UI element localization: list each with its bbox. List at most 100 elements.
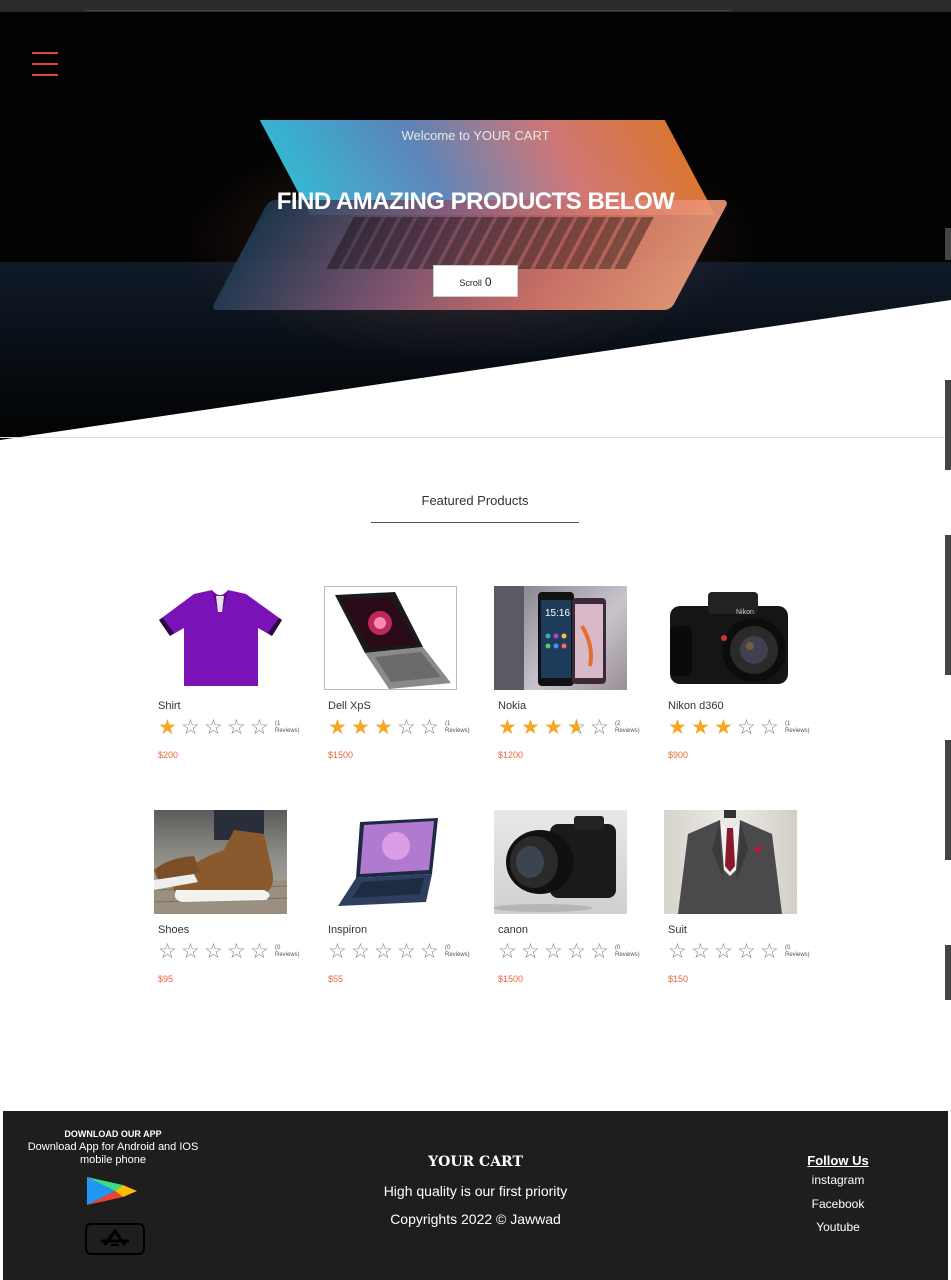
svg-text:15:16: 15:16 — [545, 608, 570, 619]
star-empty-icon: ☆ — [760, 940, 779, 963]
hero-diagonal-cut — [0, 300, 951, 442]
product-image-shirt[interactable] — [154, 586, 287, 690]
star-filled-icon: ★ — [158, 716, 177, 739]
star-empty-icon: ☆ — [420, 716, 439, 739]
product-name[interactable]: Suit — [668, 924, 824, 936]
star-rating: ☆ ☆ ☆ ☆ ☆ (0 Reviews) — [668, 940, 824, 963]
star-rating: ★ ★ ★ ☆ ☆ (1 Reviews) — [668, 716, 824, 739]
star-empty-icon: ☆ — [521, 940, 540, 963]
product-card[interactable]: canon ☆ ☆ ☆ ☆ ☆ (0 Reviews) $1500 — [494, 810, 654, 984]
star-empty-icon: ☆ — [374, 940, 393, 963]
review-count: (0 Reviews) — [445, 945, 470, 958]
product-image-dell-xps[interactable] — [324, 586, 457, 690]
product-name[interactable]: Inspiron — [328, 924, 484, 936]
product-image-inspiron[interactable] — [324, 810, 457, 914]
product-card[interactable]: Shoes ☆ ☆ ☆ ☆ ☆ (0 Reviews) $95 — [154, 810, 314, 984]
product-price: $95 — [158, 974, 174, 984]
product-price: $1200 — [498, 750, 524, 760]
star-empty-icon: ☆ — [328, 940, 347, 963]
star-empty-icon: ☆ — [691, 940, 710, 963]
star-filled-icon: ★ — [374, 716, 393, 739]
product-name[interactable]: canon — [498, 924, 654, 936]
hamburger-menu-icon[interactable] — [32, 52, 58, 76]
star-empty-icon: ☆ — [227, 716, 246, 739]
product-card[interactable]: Dell XpS ★ ★ ★ ☆ ☆ (1 Reviews) $1500 — [324, 586, 484, 760]
star-filled-icon: ★ — [521, 716, 540, 739]
product-image-suit[interactable] — [664, 810, 797, 914]
scrollbar-segment[interactable] — [945, 945, 951, 1000]
follow-us-heading: Follow Us — [807, 1153, 869, 1168]
welcome-text: Welcome to YOUR CART — [401, 128, 550, 143]
social-link-youtube[interactable]: Youtube — [793, 1220, 883, 1234]
star-empty-icon: ☆ — [181, 716, 200, 739]
star-empty-icon: ☆ — [250, 940, 269, 963]
star-filled-icon: ★ — [498, 716, 517, 739]
product-name[interactable]: Nokia — [498, 700, 654, 712]
featured-products-heading: Featured Products — [371, 493, 579, 523]
scrollbar-segment[interactable] — [945, 228, 951, 260]
star-empty-icon: ☆ — [351, 940, 370, 963]
download-app-title: DOWNLOAD OUR APP — [64, 1129, 162, 1139]
star-empty-icon: ☆ — [250, 716, 269, 739]
star-empty-icon: ☆ — [498, 940, 517, 963]
product-card[interactable]: Shirt ★ ☆ ☆ ☆ ☆ (1 Reviews) $200 — [154, 586, 314, 760]
product-price: $200 — [158, 750, 179, 760]
section-divider — [0, 437, 951, 438]
star-filled-icon: ★ — [668, 716, 687, 739]
product-card[interactable]: 15:16 Nokia ★★★☆☆(2Reviews) $1200 — [494, 586, 654, 760]
product-card[interactable]: Suit ☆ ☆ ☆ ☆ ☆ (0 Reviews) $150 — [664, 810, 824, 984]
review-count: (2 Reviews) — [615, 721, 640, 734]
social-link-facebook[interactable]: Facebook — [793, 1197, 883, 1211]
star-filled-icon: ★ — [691, 716, 710, 739]
star-empty-icon: ☆ — [420, 940, 439, 963]
product-name[interactable]: Nikon d360 — [668, 700, 824, 712]
star-empty-icon: ☆ — [668, 940, 687, 963]
star-empty-icon: ☆ — [181, 940, 200, 963]
product-name[interactable]: Dell XpS — [328, 700, 484, 712]
review-count: (0 Reviews) — [615, 945, 640, 958]
star-filled-icon: ★ — [714, 716, 733, 739]
review-count: (0 Reviews) — [275, 945, 300, 958]
star-rating: ★ ★ ★ ☆ ☆ (1 Reviews) — [328, 716, 484, 739]
review-count: (1 Reviews) — [275, 721, 300, 734]
social-link-instagram[interactable]: instagram — [793, 1173, 883, 1187]
star-empty-icon: ☆ — [204, 940, 223, 963]
scrollbar-segment[interactable] — [945, 740, 951, 860]
product-image-canon[interactable] — [494, 810, 627, 914]
mouse-icon: 0 — [484, 275, 492, 289]
product-price: $1500 — [328, 750, 354, 760]
star-empty-icon: ☆ — [590, 716, 609, 739]
star-empty-icon: ☆ — [158, 940, 177, 963]
hero-banner: Welcome to YOUR CART FIND AMAZING PRODUC… — [0, 12, 951, 442]
star-rating: ★ ☆ ☆ ☆ ☆ (1 Reviews) — [158, 716, 314, 739]
app-store-icon[interactable] — [85, 1223, 145, 1255]
product-name[interactable]: Shoes — [158, 924, 314, 936]
review-count: (1 Reviews) — [445, 721, 470, 734]
star-empty-icon: ☆ — [714, 940, 733, 963]
svg-text:Nikon: Nikon — [736, 609, 754, 616]
scrollbar-segment[interactable] — [945, 380, 951, 470]
star-rating: ☆ ☆ ☆ ☆ ☆ (0 Reviews) — [158, 940, 314, 963]
star-empty-icon: ☆ — [204, 716, 223, 739]
star-empty-icon: ☆ — [544, 940, 563, 963]
browser-top-bar — [0, 0, 951, 12]
product-card[interactable]: Nikon Nikon d360 ★ ★ ★ ☆ ☆ (1 Reviews) $900 — [664, 586, 824, 760]
scrollbar-segment[interactable] — [945, 535, 951, 675]
review-count: (1 Reviews) — [785, 721, 810, 734]
product-image-shoes[interactable] — [154, 810, 287, 914]
star-empty-icon: ☆ — [397, 716, 416, 739]
product-price: $55 — [328, 974, 344, 984]
product-image-nokia[interactable]: 15:16 — [494, 586, 627, 690]
star-empty-icon: ☆ — [397, 940, 416, 963]
product-name[interactable]: Shirt — [158, 700, 314, 712]
scroll-button-label: Scroll — [459, 278, 482, 288]
star-empty-icon: ☆ — [567, 940, 586, 963]
product-price: $1500 — [498, 974, 524, 984]
review-count: (0 Reviews) — [785, 945, 810, 958]
product-card[interactable]: Inspiron ☆ ☆ ☆ ☆ ☆ (0 Reviews) $55 — [324, 810, 484, 984]
scroll-button[interactable]: Scroll 0 — [433, 265, 518, 297]
star-rating: ☆ ☆ ☆ ☆ ☆ (0 Reviews) — [498, 940, 654, 963]
star-filled-icon: ★ — [351, 716, 370, 739]
product-image-nikon[interactable]: Nikon — [664, 586, 797, 690]
hero-headline: FIND AMAZING PRODUCTS BELOW — [276, 188, 675, 215]
